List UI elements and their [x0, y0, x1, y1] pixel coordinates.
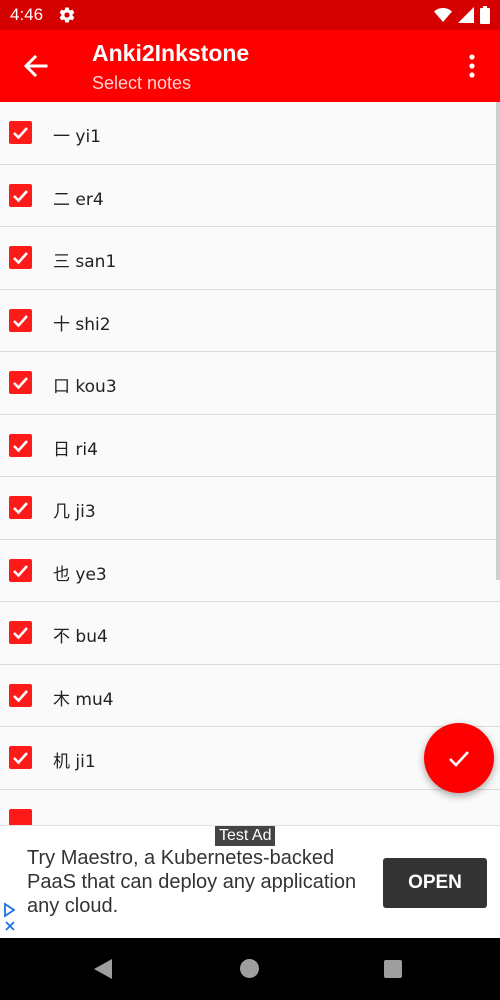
check-icon: [13, 252, 28, 265]
note-row[interactable]: 日 ri4: [0, 415, 500, 477]
signal-icon: [458, 7, 474, 23]
checkbox[interactable]: [9, 183, 32, 207]
overflow-menu-icon[interactable]: [460, 52, 484, 80]
app-subtitle: Select notes: [92, 73, 192, 93]
note-row[interactable]: 二 er4: [0, 165, 500, 227]
checkbox[interactable]: [9, 558, 32, 582]
note-row-partial[interactable]: [0, 790, 500, 825]
note-row[interactable]: 三 san1: [0, 227, 500, 290]
checkbox[interactable]: [9, 308, 32, 332]
check-icon: [13, 502, 28, 515]
wifi-icon: [434, 8, 452, 22]
scrollbar[interactable]: [496, 102, 500, 580]
checkbox[interactable]: [9, 371, 32, 394]
checkbox[interactable]: [9, 433, 32, 457]
note-label: 口 kou3: [53, 377, 117, 397]
note-row[interactable]: 口 kou3: [0, 352, 500, 415]
system-nav-bar: [0, 938, 500, 1000]
nav-back-icon[interactable]: [93, 958, 113, 980]
ad-open-button[interactable]: OPEN: [383, 858, 487, 908]
ad-text[interactable]: Try Maestro, a Kubernetes-backed PaaS th…: [27, 846, 372, 918]
nav-home-icon[interactable]: [240, 959, 259, 978]
app-bar: Anki2Inkstone Select notes: [0, 30, 500, 102]
nav-recents-icon[interactable]: [384, 960, 402, 978]
battery-icon: [480, 6, 490, 24]
check-icon: [449, 751, 469, 767]
checkbox[interactable]: [9, 683, 32, 707]
note-label: 不 bu4: [53, 627, 108, 647]
check-icon: [13, 189, 28, 202]
status-time: 4:46: [10, 5, 44, 24]
note-row[interactable]: 十 shi2: [0, 290, 500, 352]
note-row[interactable]: 一 yi1: [0, 102, 500, 165]
note-row[interactable]: 几 ji3: [0, 477, 500, 540]
note-row[interactable]: 也 ye3: [0, 540, 500, 602]
note-label: 一 yi1: [53, 127, 102, 147]
check-icon: [13, 689, 28, 702]
back-arrow-icon[interactable]: [18, 48, 54, 84]
ad-banner[interactable]: Test Ad Try Maestro, a Kubernetes-backed…: [0, 825, 500, 939]
status-icons: [434, 6, 490, 24]
check-icon: [13, 127, 28, 140]
adchoices-icon[interactable]: [3, 902, 17, 934]
app-title: Anki2Inkstone: [92, 40, 250, 66]
gear-icon: [59, 7, 75, 23]
note-label: 二 er4: [53, 189, 104, 210]
checkbox[interactable]: [9, 621, 32, 644]
note-label: 日 ri4: [53, 439, 98, 460]
note-label: 十 shi2: [53, 314, 111, 335]
note-label: 几 ji3: [53, 502, 96, 522]
note-row[interactable]: 不 bu4: [0, 602, 500, 665]
notes-list: 一 yi1 二 er4 三 san1 十 shi2 口 kou3 日 ri4 几…: [0, 102, 500, 825]
checkbox[interactable]: [9, 246, 32, 269]
confirm-fab[interactable]: [424, 723, 494, 793]
check-icon: [13, 627, 28, 640]
checkbox[interactable]: [9, 121, 32, 144]
check-icon: [13, 752, 28, 765]
checkbox[interactable]: [9, 496, 32, 519]
note-label: 机 ji1: [53, 752, 96, 772]
check-icon: [13, 439, 28, 452]
note-label: 木 mu4: [53, 689, 114, 710]
checkbox[interactable]: [9, 746, 32, 769]
status-bar: 4:46: [0, 0, 500, 30]
note-label: 也 ye3: [53, 564, 107, 585]
check-icon: [13, 377, 28, 390]
note-label: 三 san1: [53, 252, 117, 272]
check-icon: [13, 314, 28, 327]
test-ad-badge: Test Ad: [215, 826, 276, 846]
check-icon: [13, 564, 28, 577]
note-row[interactable]: 木 mu4: [0, 665, 500, 727]
checkbox[interactable]: [9, 808, 32, 825]
